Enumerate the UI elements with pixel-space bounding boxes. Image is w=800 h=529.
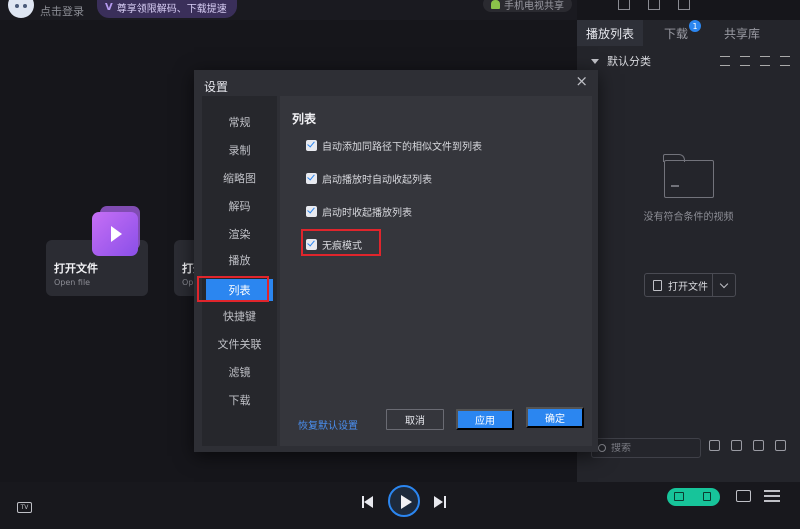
tab-download-label: 下载 <box>663 26 688 41</box>
collapse-icon[interactable] <box>775 440 786 451</box>
nav-filters[interactable]: 滤镜 <box>202 361 277 383</box>
nav-record[interactable]: 录制 <box>202 139 277 161</box>
play-button[interactable] <box>388 485 420 517</box>
window-icons <box>618 0 690 10</box>
restore-defaults-link[interactable]: 恢复默认设置 <box>298 417 358 432</box>
control-bar: TV <box>0 482 800 529</box>
nav-general[interactable]: 常规 <box>202 111 277 133</box>
close-icon[interactable]: × <box>575 72 588 90</box>
playlist-panel: 播放列表 下载 1 共享库 默认分类 没有符合条件的视频 打开文件 <box>577 20 800 482</box>
option-label: 启动时收起播放列表 <box>322 208 412 219</box>
option-auto-add-similar[interactable]: 自动添加同路径下的相似文件到列表 <box>306 138 482 153</box>
download-count-badge: 1 <box>689 20 701 32</box>
open-file-card-title: 打开文件 <box>54 262 98 275</box>
playlist-open-file-button[interactable]: 打开文件 <box>644 273 736 297</box>
previous-icon[interactable] <box>362 496 374 508</box>
settings-content: 列表 自动添加同路径下的相似文件到列表 启动播放时自动收起列表 启动时收起播放列… <box>280 96 592 446</box>
caret-down-icon[interactable] <box>591 58 599 64</box>
tab-shared-library-label: 共享库 <box>723 26 760 41</box>
playlist-search[interactable] <box>591 438 701 458</box>
apply-button[interactable]: 应用 <box>456 409 514 430</box>
checkbox-checked-icon[interactable] <box>306 206 317 217</box>
vip-banner[interactable]: V 尊享领限解码、下载提速 <box>97 0 237 18</box>
highlight-box-option <box>301 229 381 256</box>
search-icon <box>598 444 606 452</box>
file-icon <box>653 279 662 291</box>
add-icon[interactable] <box>760 56 770 66</box>
android-icon <box>491 0 500 9</box>
open-file-dropdown[interactable] <box>713 279 735 288</box>
search-input[interactable] <box>611 442 691 454</box>
category-name: 默认分类 <box>607 55 651 68</box>
vip-banner-text: 尊享领限解码、下载提速 <box>116 3 227 15</box>
playlist-bottom-tools <box>709 440 786 451</box>
screenshot-icon[interactable] <box>731 440 742 451</box>
checkbox-checked-icon[interactable] <box>306 173 317 184</box>
list-mode-icon[interactable] <box>740 56 750 66</box>
checkbox-checked-icon[interactable] <box>306 140 317 151</box>
empty-state: 没有符合条件的视频 <box>577 154 800 223</box>
settings-dialog: 设置 × 常规 录制 缩略图 解码 渲染 播放 列表 快捷键 文件关联 滤镜 下… <box>194 70 598 452</box>
cancel-button[interactable]: 取消 <box>386 409 444 430</box>
tab-playlist[interactable]: 播放列表 <box>577 20 643 46</box>
option-label: 启动播放时自动收起列表 <box>322 175 432 186</box>
open-file-card-subtitle: Open file <box>54 278 91 287</box>
menu-icon[interactable] <box>678 0 690 10</box>
playlist-toggle-icon[interactable] <box>764 490 780 502</box>
vip-icon: V <box>105 1 113 13</box>
loop-icon[interactable] <box>753 440 764 451</box>
category-tools <box>720 56 790 66</box>
option-collapse-on-play[interactable]: 启动播放时自动收起列表 <box>306 171 432 186</box>
nav-download[interactable]: 下载 <box>202 389 277 411</box>
section-title: 列表 <box>292 112 317 126</box>
tv-icon[interactable]: TV <box>17 502 32 513</box>
category-row[interactable]: 默认分类 <box>577 50 800 72</box>
top-bar: 点击登录 V 尊享领限解码、下载提速 手机电视共享 <box>0 0 577 20</box>
tab-download[interactable]: 下载 1 <box>643 20 709 46</box>
sort-icon[interactable] <box>720 56 730 66</box>
nav-thumbnail[interactable]: 缩略图 <box>202 167 277 189</box>
phone-cast-button[interactable]: 手机电视共享 <box>483 0 572 12</box>
nav-shortcuts[interactable]: 快捷键 <box>202 305 277 327</box>
playlist-tabs: 播放列表 下载 1 共享库 <box>577 20 800 46</box>
nav-decode[interactable]: 解码 <box>202 195 277 217</box>
open-file-label: 打开文件 <box>668 281 708 293</box>
skin-icon[interactable] <box>618 0 630 10</box>
chevron-down-icon <box>719 279 729 288</box>
open-file-main[interactable]: 打开文件 <box>645 274 713 296</box>
lock-icon[interactable] <box>709 440 720 451</box>
open-card-2-subtitle: Op <box>182 278 194 287</box>
tab-shared-library[interactable]: 共享库 <box>709 20 775 46</box>
open-file-play-icon <box>92 212 138 256</box>
ok-button[interactable]: 确定 <box>526 407 584 428</box>
trash-icon[interactable] <box>780 56 790 66</box>
next-icon[interactable] <box>434 496 446 508</box>
nav-render[interactable]: 渲染 <box>202 223 277 245</box>
phone-icon <box>703 492 711 501</box>
avatar[interactable] <box>8 0 34 18</box>
monitor-icon <box>674 492 684 501</box>
highlight-box-nav <box>197 276 269 302</box>
option-label: 自动添加同路径下的相似文件到列表 <box>322 142 482 153</box>
empty-state-text: 没有符合条件的视频 <box>643 212 734 223</box>
settings-nav: 常规 录制 缩略图 解码 渲染 播放 列表 快捷键 文件关联 滤镜 下载 <box>202 96 277 446</box>
tab-playlist-label: 播放列表 <box>585 26 634 41</box>
nav-file-association[interactable]: 文件关联 <box>202 333 277 355</box>
login-link[interactable]: 点击登录 <box>40 3 84 19</box>
bell-icon[interactable] <box>648 0 660 10</box>
option-collapse-on-start[interactable]: 启动时收起播放列表 <box>306 204 412 219</box>
phone-cast-label: 手机电视共享 <box>504 0 564 12</box>
device-sync-button[interactable] <box>667 488 720 506</box>
empty-folder-icon <box>663 154 714 198</box>
nav-playback[interactable]: 播放 <box>202 249 277 271</box>
dialog-title: 设置 <box>204 80 229 94</box>
toolbox-icon[interactable] <box>736 490 751 502</box>
